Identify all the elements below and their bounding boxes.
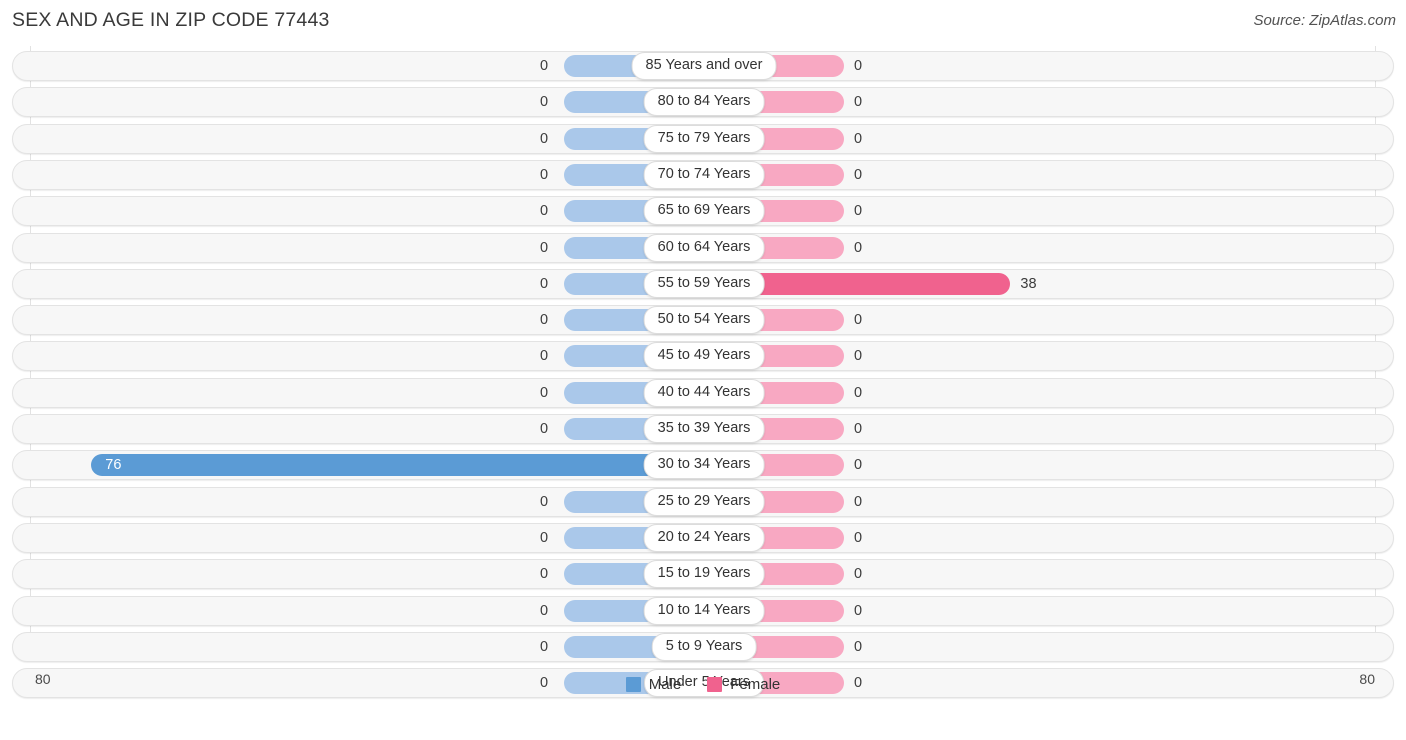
- female-value-label: 0: [854, 202, 863, 219]
- male-value-label: 0: [540, 166, 549, 183]
- male-value-label: 0: [540, 638, 549, 655]
- female-value-label: 0: [854, 239, 863, 256]
- age-group-label: 50 to 54 Years: [643, 306, 765, 335]
- male-value-label: 0: [540, 57, 549, 74]
- female-value-label: 0: [854, 493, 863, 510]
- male-value-label: 0: [540, 348, 549, 365]
- age-group-label: 80 to 84 Years: [643, 88, 765, 117]
- age-group-label: 85 Years and over: [631, 52, 777, 80]
- male-value-label: 0: [540, 565, 549, 582]
- legend-label-female: Female: [730, 676, 781, 693]
- table-row[interactable]: 0 0 5 to 9 Years: [12, 631, 1394, 662]
- age-group-label: 65 to 69 Years: [643, 197, 765, 226]
- chart-legend: Male Female: [0, 676, 1406, 693]
- table-row[interactable]: 0 0 50 to 54 Years: [12, 305, 1394, 336]
- chart-header: SEX AND AGE IN ZIP CODE 77443 Source: Zi…: [0, 0, 1406, 46]
- table-row[interactable]: 0 0 45 to 49 Years: [12, 341, 1394, 372]
- age-group-label: 55 to 59 Years: [643, 269, 765, 298]
- table-row[interactable]: 0 0 80 to 84 Years: [12, 87, 1394, 118]
- table-row[interactable]: 0 38 55 to 59 Years: [12, 268, 1394, 299]
- male-value-label: 0: [540, 384, 549, 401]
- age-group-label: 15 to 19 Years: [643, 560, 765, 589]
- female-value-label: 0: [854, 529, 863, 546]
- female-value-label: 38: [1020, 275, 1037, 292]
- female-value-label: 0: [854, 166, 863, 183]
- age-group-label: 45 to 49 Years: [643, 342, 765, 371]
- population-pyramid-chart: 0 0 85 Years and over 0 0 80 to 84 Years 0 0 75 …: [0, 46, 1406, 703]
- female-value-label: 0: [854, 602, 863, 619]
- male-value-label: 0: [540, 94, 549, 111]
- age-group-label: 35 to 39 Years: [643, 415, 765, 443]
- female-value-label: 0: [854, 130, 863, 147]
- age-group-label: 40 to 44 Years: [643, 378, 765, 407]
- table-row[interactable]: 0 0 25 to 29 Years: [12, 486, 1394, 517]
- legend-item-male[interactable]: Male: [625, 676, 682, 693]
- age-group-label: 10 to 14 Years: [643, 596, 765, 625]
- male-value-label: 0: [540, 130, 549, 147]
- table-row[interactable]: 0 0 15 to 19 Years: [12, 559, 1394, 590]
- table-row[interactable]: 0 0 65 to 69 Years: [12, 196, 1394, 227]
- male-value-label: 0: [540, 239, 549, 256]
- male-value-label: 0: [540, 493, 549, 510]
- male-value-label: 0: [540, 602, 549, 619]
- female-value-label: 0: [854, 348, 863, 365]
- table-row[interactable]: 0 0 75 to 79 Years: [12, 123, 1394, 154]
- table-row[interactable]: 76 0 30 to 34 Years: [12, 450, 1394, 481]
- male-bar[interactable]: [91, 454, 704, 477]
- table-row[interactable]: 0 0 20 to 24 Years: [12, 522, 1394, 553]
- female-value-label: 0: [854, 457, 863, 474]
- male-value-label: 0: [540, 202, 549, 219]
- table-row[interactable]: 0 0 60 to 64 Years: [12, 232, 1394, 263]
- age-group-label: 60 to 64 Years: [643, 233, 765, 262]
- age-group-label: 25 to 29 Years: [643, 487, 765, 516]
- age-group-label: 75 to 79 Years: [643, 124, 765, 153]
- age-group-label: 5 to 9 Years: [651, 632, 757, 661]
- table-row[interactable]: 0 0 10 to 14 Years: [12, 595, 1394, 626]
- female-value-label: 0: [854, 384, 863, 401]
- male-value-label: 0: [540, 529, 549, 546]
- female-color-swatch: [707, 677, 723, 692]
- source-attribution: Source: ZipAtlas.com: [1253, 12, 1396, 29]
- male-color-swatch: [625, 677, 641, 692]
- female-value-label: 0: [854, 311, 863, 328]
- male-value-label: 0: [540, 420, 549, 437]
- female-value-label: 0: [854, 565, 863, 582]
- age-group-label: 70 to 74 Years: [643, 160, 765, 189]
- legend-label-male: Male: [648, 676, 682, 693]
- female-value-label: 0: [854, 94, 863, 111]
- table-row[interactable]: 0 0 70 to 74 Years: [12, 159, 1394, 190]
- female-value-label: 0: [854, 638, 863, 655]
- legend-item-female[interactable]: Female: [707, 676, 780, 693]
- age-group-label: 20 to 24 Years: [643, 523, 765, 552]
- male-value-label: 0: [540, 275, 549, 292]
- age-group-label: 30 to 34 Years: [643, 451, 765, 480]
- table-row[interactable]: 0 0 85 Years and over: [12, 51, 1394, 81]
- male-value-label: 0: [540, 311, 549, 328]
- page-title: SEX AND AGE IN ZIP CODE 77443: [12, 9, 330, 31]
- table-row[interactable]: 0 0 35 to 39 Years: [12, 414, 1394, 444]
- table-row[interactable]: 0 0 40 to 44 Years: [12, 377, 1394, 408]
- female-value-label: 0: [854, 57, 863, 74]
- male-value-label: 76: [105, 457, 122, 474]
- female-value-label: 0: [854, 420, 863, 437]
